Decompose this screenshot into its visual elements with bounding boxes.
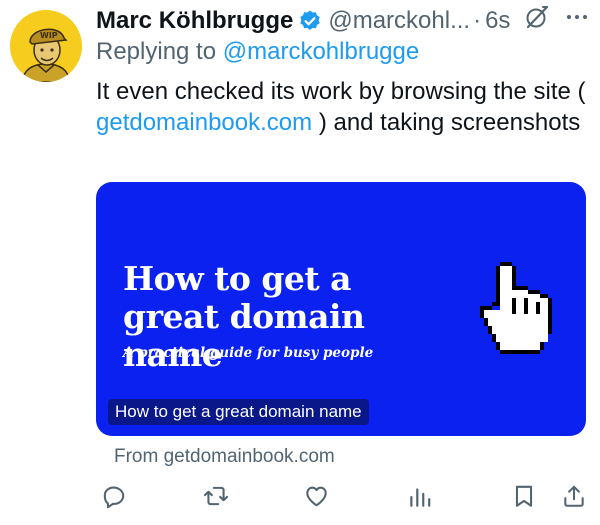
- tweet-text-end: ) and taking screenshots: [318, 109, 581, 136]
- card-source[interactable]: From getdomainbook.com: [114, 446, 335, 468]
- tweet-text: It even checked its work by browsing the…: [96, 76, 592, 138]
- tweet-header: Marc Köhlbrugge @marckohl... · 6s: [96, 4, 592, 38]
- reply-icon[interactable]: [100, 482, 128, 510]
- share-icon[interactable]: [560, 482, 588, 510]
- more-options-icon[interactable]: [562, 2, 592, 37]
- pointing-hand-cursor-icon: [480, 262, 564, 363]
- tweet-link[interactable]: getdomainbook.com: [96, 109, 312, 136]
- author-name[interactable]: Marc Köhlbrugge: [96, 7, 293, 35]
- grok-icon[interactable]: [522, 2, 552, 37]
- timestamp[interactable]: 6s: [485, 7, 510, 35]
- avatar[interactable]: WIP: [10, 10, 82, 82]
- link-card[interactable]: How to get a great domain name A practic…: [96, 182, 586, 436]
- reply-mention-link[interactable]: @marckohlbrugge: [223, 38, 419, 65]
- replying-to-label: Replying to: [96, 38, 217, 65]
- svg-text:WIP: WIP: [40, 31, 58, 40]
- separator-dot: ·: [473, 7, 482, 34]
- replying-to: Replying to @marckohlbrugge: [96, 38, 419, 66]
- tweet-text-start: It even checked its work by browsing the…: [96, 78, 586, 105]
- author-handle[interactable]: @marckohl...: [328, 7, 470, 35]
- card-caption: How to get a great domain name: [108, 399, 369, 425]
- views-icon[interactable]: [406, 482, 434, 510]
- verified-badge-icon: [298, 9, 322, 33]
- card-image-subtitle: A practical guide for busy people: [123, 345, 374, 361]
- like-icon[interactable]: [302, 482, 330, 510]
- avatar-illustration: WIP: [10, 10, 82, 82]
- bookmark-icon[interactable]: [510, 482, 538, 510]
- action-bar: [96, 482, 592, 510]
- repost-icon[interactable]: [202, 482, 230, 510]
